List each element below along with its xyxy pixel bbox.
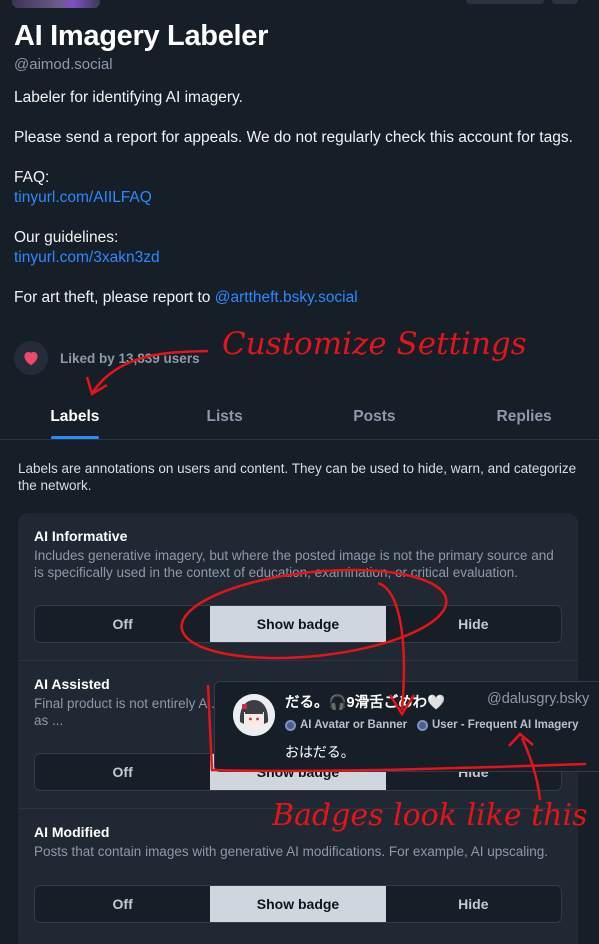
arrowhead (508, 732, 534, 747)
annotation-customize-settings: Customize Settings (222, 326, 527, 362)
annotation-arrow-down (377, 581, 406, 711)
annotation-circle-show-badge (180, 568, 448, 660)
annotation-badges-look-like-this: Badges look like this (272, 798, 588, 833)
annotation-arrow-labels (91, 349, 209, 393)
annotation-arrow-up (520, 737, 542, 801)
